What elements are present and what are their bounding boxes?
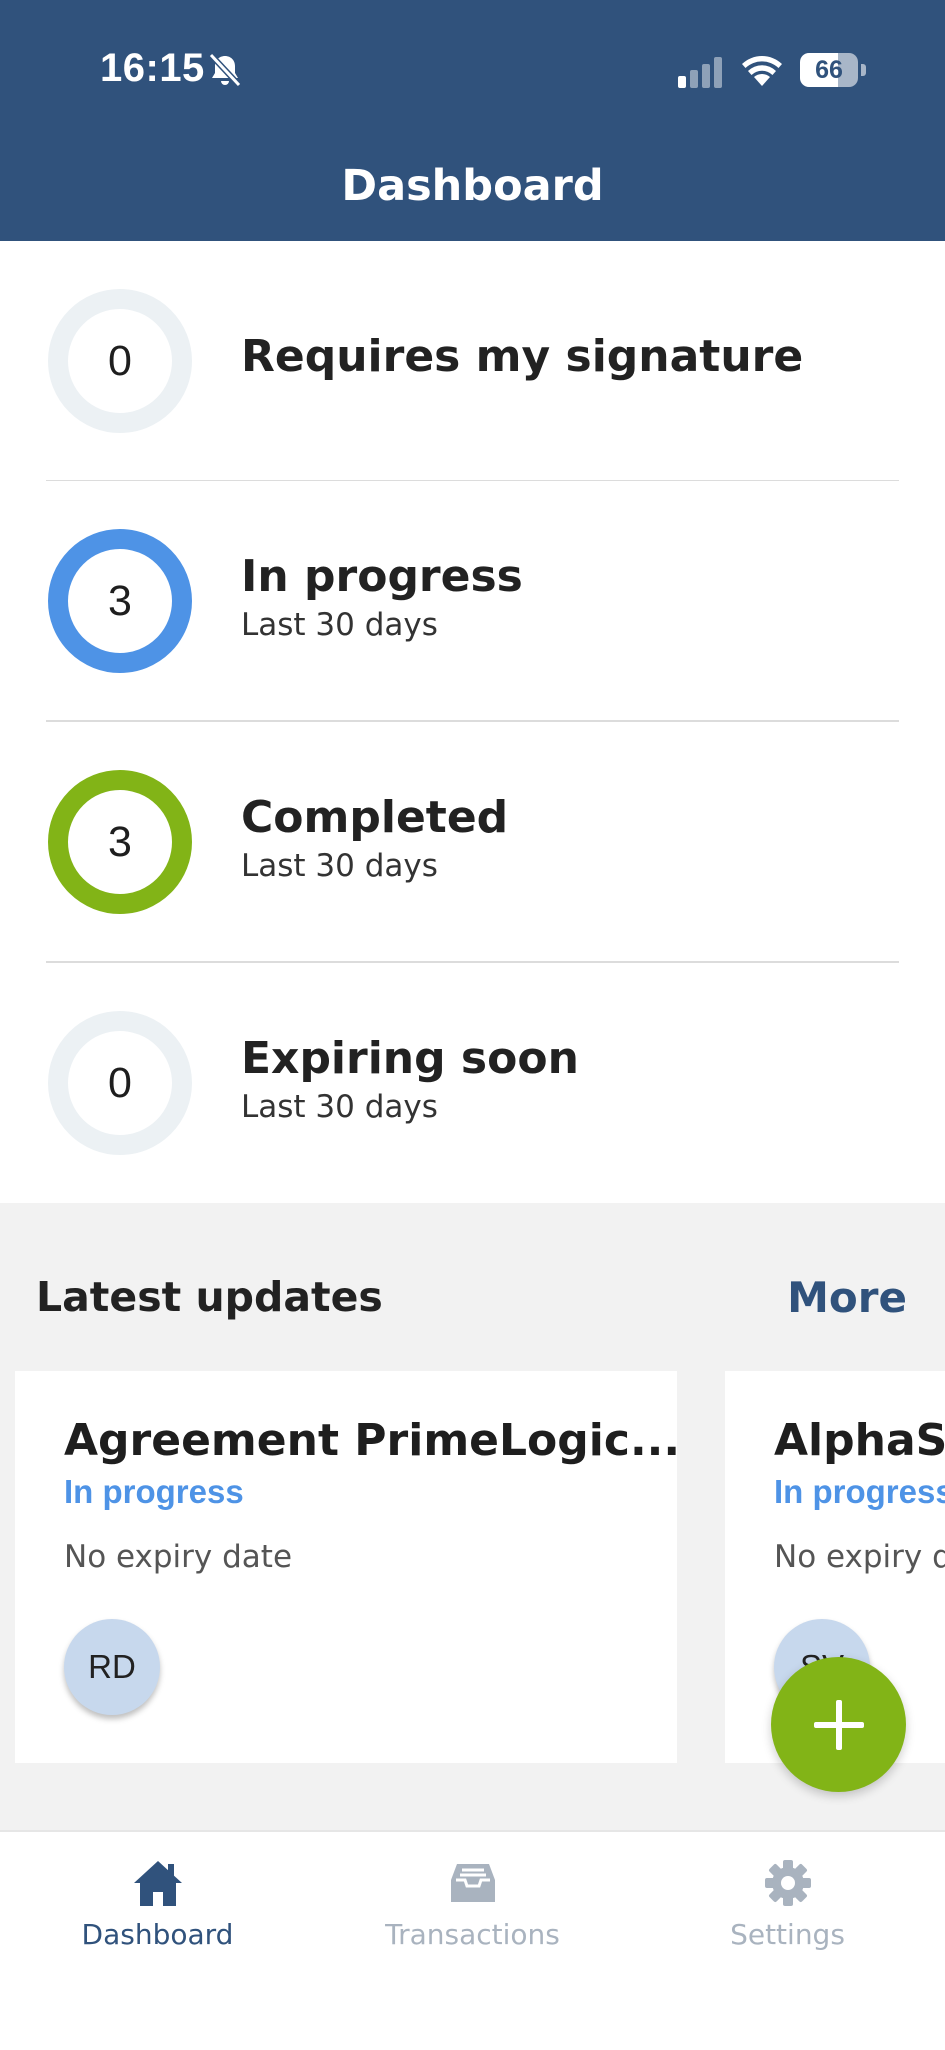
avatar: RD [64, 1619, 160, 1715]
more-link[interactable]: More [787, 1273, 907, 1322]
stat-title: In progress [241, 551, 523, 602]
update-card[interactable]: Agreement PrimeLogic... In progress No e… [15, 1371, 677, 1763]
battery-icon: 66 [800, 53, 866, 87]
tab-label: Transactions [385, 1918, 560, 1951]
stat-completed[interactable]: 3 Completed Last 30 days [0, 722, 945, 962]
tab-transactions[interactable]: Transactions [315, 1832, 630, 1982]
tab-dashboard[interactable]: Dashboard [0, 1832, 315, 1982]
card-status: In progress [774, 1473, 945, 1510]
stat-subtitle: Last 30 days [241, 1089, 438, 1125]
card-status: In progress [64, 1473, 244, 1510]
section-title: Latest updates [36, 1273, 383, 1321]
stat-subtitle: Last 30 days [241, 848, 438, 884]
card-expiry: No expiry date [64, 1539, 293, 1575]
plus-icon [813, 1699, 864, 1750]
gear-icon [765, 1860, 811, 1906]
wifi-icon [742, 56, 782, 86]
card-title: Agreement PrimeLogic... [64, 1415, 677, 1466]
stat-requires-signature[interactable]: 0 Requires my signature [0, 241, 945, 481]
inbox-tray-icon [451, 1864, 495, 1902]
cellular-signal-icon [678, 57, 722, 88]
status-time: 16:15 [100, 46, 205, 90]
tab-label: Settings [730, 1918, 845, 1951]
stat-subtitle: Last 30 days [241, 607, 438, 643]
count-ring: 0 [48, 1011, 192, 1155]
count-ring: 3 [48, 770, 192, 914]
tab-bar: Dashboard Transactions Settings [0, 1830, 945, 2050]
count-ring: 0 [48, 289, 192, 433]
stat-title: Requires my signature [241, 331, 804, 382]
stat-title: Expiring soon [241, 1033, 579, 1084]
count-ring: 3 [48, 529, 192, 673]
battery-level: 66 [815, 56, 843, 84]
stat-expiring-soon[interactable]: 0 Expiring soon Last 30 days [0, 963, 945, 1203]
card-expiry: No expiry date [774, 1539, 945, 1575]
tab-settings[interactable]: Settings [630, 1832, 945, 1982]
stat-in-progress[interactable]: 3 In progress Last 30 days [0, 481, 945, 721]
silent-mode-bell-icon [208, 52, 242, 88]
card-title: AlphaSp [774, 1415, 945, 1466]
home-icon [134, 1861, 182, 1906]
stat-title: Completed [241, 792, 509, 843]
tab-label: Dashboard [81, 1918, 234, 1951]
app-header: 16:15 66 Dashboard [0, 0, 945, 241]
add-button[interactable] [771, 1657, 906, 1792]
page-title: Dashboard [341, 161, 604, 211]
